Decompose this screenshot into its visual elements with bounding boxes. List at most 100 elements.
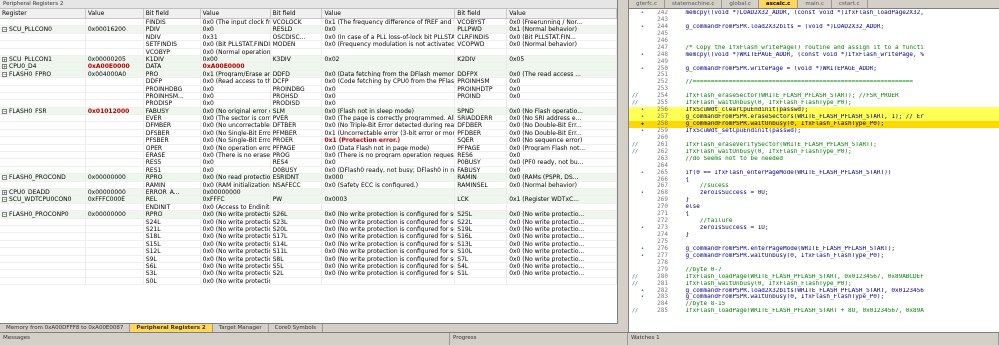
breakpoint-marker[interactable] — [641, 183, 649, 190]
collapse-icon[interactable]: − — [2, 71, 7, 77]
register-row[interactable]: S9L0x0 (No write protection is configu..… — [0, 255, 617, 263]
code-line[interactable]: 267 //sucess — [629, 182, 999, 190]
bitfield-value[interactable]: 0x0 — [507, 152, 617, 159]
bitfield-value[interactable]: 0x0 (No write protection is configu... — [201, 248, 271, 255]
gutter-marker[interactable] — [629, 163, 641, 170]
bitfield-value[interactable] — [507, 48, 617, 55]
gutter-marker[interactable] — [629, 260, 641, 267]
gutter-marker[interactable] — [629, 10, 641, 17]
gutter-marker[interactable] — [629, 301, 641, 308]
bitfield-value[interactable]: 0x0 (No Single-Bit Error detected ... — [201, 129, 271, 137]
bitfield-value[interactable]: 0x0 (Normal behavior) — [507, 41, 617, 48]
code-line[interactable]: • 283 g_commandFromPSPR.waitUnbusy(0, Ifx… — [629, 293, 999, 301]
code-line[interactable]: 278 — [629, 259, 999, 267]
register-value[interactable] — [86, 122, 144, 129]
gutter-marker[interactable] — [629, 225, 641, 232]
bitfield-value[interactable]: 0x0 (No uncorrectable error detec... — [201, 122, 271, 129]
bitfield-value[interactable] — [507, 203, 617, 211]
collapse-icon[interactable]: − — [2, 197, 7, 203]
bitfield-value[interactable]: 0x0 (Data fetching from the DFlash memor… — [322, 70, 456, 78]
register-row[interactable]: + CPU0_DEADD 0x00000000 ERROR_A... 0x0000000… — [0, 188, 617, 197]
breakpoint-marker[interactable] — [641, 232, 649, 239]
bitfield-value[interactable]: 0x1 (The frequency difference of fREF an… — [322, 19, 456, 26]
gutter-marker[interactable] — [629, 267, 641, 274]
code-line[interactable]: // 285 IfxFlash_loadPage(WRITE_FLASH_PFLA… — [629, 307, 999, 315]
breakpoint-marker[interactable] — [641, 260, 649, 267]
gutter-marker[interactable] — [629, 31, 641, 38]
collapse-icon[interactable]: − — [2, 175, 7, 181]
breakpoint-marker[interactable] — [641, 301, 649, 308]
register-row[interactable]: + CPU0_D4 0xA00E0000 DATA 0xA00E0000 — [0, 63, 617, 71]
register-row[interactable]: S3L0x0 (No write protection is configu..… — [0, 270, 617, 278]
code-line[interactable]: 249 — [629, 58, 999, 66]
breakpoint-marker[interactable] — [641, 79, 649, 86]
gutter-marker[interactable]: // — [629, 142, 641, 149]
register-value[interactable]: 0x004000A0 — [86, 70, 144, 78]
bitfield-value[interactable]: 0x1 (Register WDTxC... — [507, 196, 617, 203]
bitfield-value[interactable]: 0x0 (No SRI address e... — [507, 115, 617, 122]
code-line[interactable]: 246 — [629, 37, 999, 45]
bitfield-value[interactable]: 0x0 (No write protection is configu... — [201, 270, 271, 277]
register-row[interactable]: DFSBER0x0 (No Single-Bit Error detected … — [0, 129, 617, 138]
breakpoint-marker[interactable] — [641, 177, 649, 184]
register-value[interactable]: 0x00000000 — [86, 188, 144, 196]
code-line[interactable]: 266 { — [629, 176, 999, 184]
register-value[interactable] — [86, 41, 144, 48]
code-line[interactable]: • 250 g_commandFromPSPR.writePage = (void… — [629, 65, 999, 73]
gutter-marker[interactable] — [629, 170, 641, 177]
bitfield-value[interactable]: 0x0 (RAM initialization is performe... — [201, 181, 271, 188]
bitfield-value[interactable]: 0x0 (Read access to the PFlash ... — [201, 78, 271, 85]
register-row[interactable]: ERASE0x0 (There is no erase operation r.… — [0, 152, 617, 160]
breakpoint-marker[interactable] — [641, 93, 649, 100]
column-header[interactable]: Value — [86, 9, 144, 18]
bitfield-value[interactable]: 0x31 — [201, 33, 271, 41]
editor-tab[interactable]: ascalc.c — [758, 0, 799, 8]
register-row[interactable]: − FLASH0_PROCONP0 0x00000000 RPRO 0x0 (No wr… — [0, 211, 617, 219]
bitfield-value[interactable] — [322, 63, 456, 70]
gutter-marker[interactable] — [629, 107, 641, 114]
breakpoint-marker[interactable] — [641, 274, 649, 281]
bitfield-value[interactable]: 0x0 (No write protectio... — [507, 255, 617, 262]
bitfield-value[interactable] — [507, 100, 617, 107]
code-line[interactable]: 247 /* Copy the IfxFlash_writePage() rou… — [629, 44, 999, 52]
column-header[interactable]: Bit field — [271, 9, 323, 18]
breakpoint-marker[interactable] — [641, 59, 649, 66]
gutter-marker[interactable] — [629, 38, 641, 45]
code-line[interactable]: 275 — [629, 238, 999, 246]
bitfield-value[interactable]: 0x0 — [201, 26, 271, 33]
bitfield-value[interactable]: 0x02 — [322, 55, 456, 63]
breakpoint-marker[interactable]: • — [641, 128, 649, 135]
watches-panel-title[interactable]: Watches 1 — [628, 333, 999, 345]
code-line[interactable]: 253 — [629, 85, 999, 93]
bitfield-value[interactable] — [507, 63, 617, 70]
bitfield-value[interactable]: 0x0 (The read access ... — [507, 70, 617, 78]
register-row[interactable]: NDIV 0x31 OSCDISC... 0x0 (In case of a PLL … — [0, 33, 617, 42]
editor-tab[interactable]: statemachine.c — [665, 0, 723, 8]
breakpoint-marker[interactable]: • — [641, 66, 649, 73]
code-line[interactable]: 243 — [629, 16, 999, 24]
register-row[interactable]: S15L0x0 (No write protection is configu.… — [0, 240, 617, 249]
code-line[interactable]: • 256 IfxScuWdt_clearCpuEndinit(passwd); — [629, 106, 999, 115]
gutter-marker[interactable] — [629, 190, 641, 197]
bitfield-value[interactable]: 0x1 (Program/Erase are enabled i... — [201, 70, 271, 78]
code-view[interactable]: • 242 memcpy((void *)LOAD2X32_ADDR, (cons… — [629, 10, 999, 332]
register-value[interactable]: 0x00000205 — [86, 55, 144, 63]
register-row[interactable]: DFMBER0x0 (No uncorrectable error detec.… — [0, 122, 617, 130]
code-line[interactable]: 271 { — [629, 210, 999, 218]
register-row[interactable]: PROINHDBG 0x0 PROINDBG 0x0 PROINHDTP 0x0 — [0, 85, 617, 93]
code-line[interactable]: • 265 if(0 == IfxFlash_enterPageMode(WRIT… — [629, 169, 999, 177]
bitfield-value[interactable]: 0x0 (No write protection is configu... — [201, 262, 271, 270]
register-value[interactable] — [86, 166, 144, 174]
gutter-marker[interactable] — [629, 246, 641, 253]
register-value[interactable] — [86, 233, 144, 240]
bitfield-value[interactable]: 0x0003 — [322, 196, 456, 203]
bitfield-value[interactable]: 0x0 — [201, 166, 271, 174]
code-line[interactable]: //262 IfxFlash_waitUnbusy(0, IfxFlash_Fl… — [629, 148, 999, 156]
bitfield-value[interactable]: 0x00000000 — [201, 188, 271, 196]
breakpoint-marker[interactable]: • — [641, 107, 649, 114]
bitfield-value[interactable]: 0x0 (Normal behavior) — [507, 181, 617, 188]
bitfield-value[interactable]: 0x0 (No write protection is configu... — [201, 218, 271, 225]
gutter-marker[interactable]: // — [629, 274, 641, 281]
breakpoint-marker[interactable] — [641, 100, 649, 107]
messages-panel-title[interactable]: Messages — [0, 333, 450, 345]
